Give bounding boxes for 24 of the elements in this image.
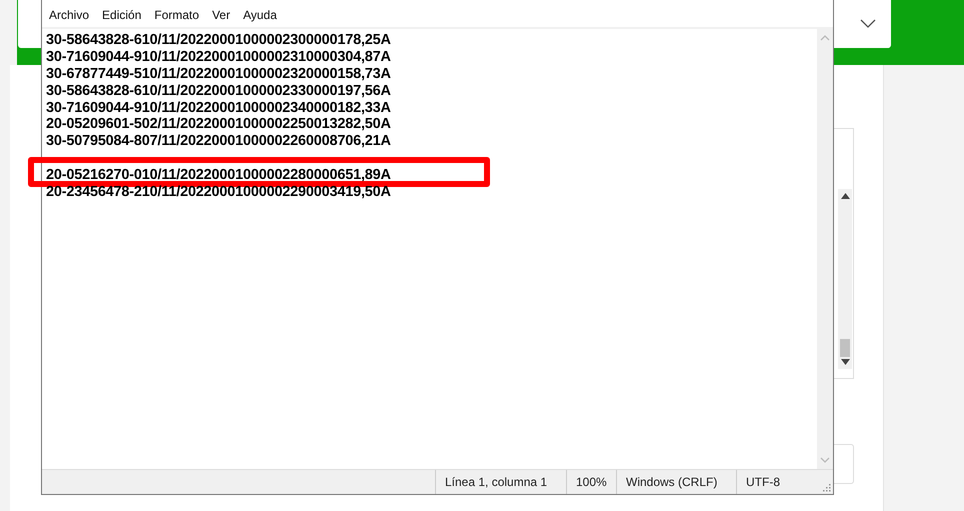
scroll-down-icon[interactable] — [840, 359, 850, 365]
text-line: 30-67877449-510/11/20220001000002320000158,73A — [46, 66, 391, 82]
menu-item[interactable]: Ver — [212, 8, 236, 25]
menu-item[interactable]: Formato — [154, 8, 206, 25]
resize-grip-icon[interactable] — [821, 482, 831, 492]
status-text: 100% — [566, 470, 616, 494]
text-line: 30-71609044-910/11/20220001000002310000304,87A — [46, 48, 391, 65]
scroll-thumb[interactable] — [840, 339, 850, 357]
status-text: Línea 1, columna 1 — [435, 470, 566, 494]
scroll-up-icon[interactable] — [840, 193, 850, 199]
text-line: 30-58643828-610/11/20220001000002300000178,25A — [46, 32, 391, 48]
status-text: UTF-8 — [736, 470, 821, 494]
text-line: 20-23456478-210/11/20220001000002290003419,50A — [46, 184, 391, 200]
text-line: 30-50795084-807/11/20220001000002260008706,21A — [46, 133, 391, 150]
text-line: 20-05216270-010/11/20220001000002280000651,89A — [46, 167, 391, 184]
menu-item[interactable]: Archivo — [49, 8, 96, 25]
chevron-down-icon — [860, 19, 876, 29]
text-line: 20-05209601-502/11/20220001000002250013282,50A — [46, 116, 391, 132]
menu-item[interactable]: Ayuda — [243, 8, 283, 25]
text-line: 30-71609044-910/11/20220001000002340000182,33A — [46, 100, 391, 116]
status-text: Windows (CRLF) — [616, 470, 736, 494]
menu-item[interactable]: Edición — [102, 8, 148, 25]
text-line: 30-58643828-610/11/20220001000002330000197,56A — [46, 82, 391, 99]
scrollbar[interactable] — [838, 189, 852, 369]
